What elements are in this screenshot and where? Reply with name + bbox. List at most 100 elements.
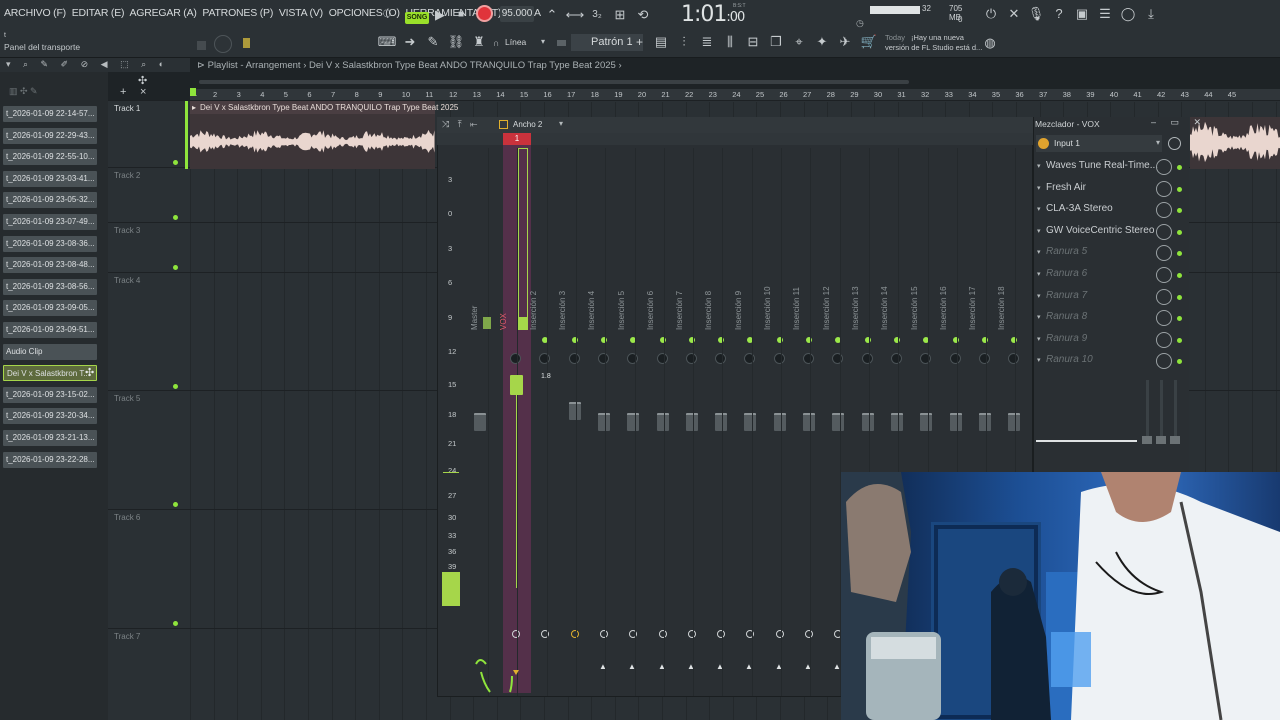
metronome-icon[interactable]: ⌃ <box>542 5 562 25</box>
snap-selector[interactable]: Línea <box>505 37 526 47</box>
insert-label[interactable]: Inserción 9 <box>734 291 743 330</box>
browser-item[interactable]: t_2026-01-09 23-08-56... <box>3 278 97 295</box>
browser-item[interactable]: t_2026-01-09 22-29-43... <box>3 127 97 144</box>
stamp-icon[interactable]: ♜ <box>469 32 489 52</box>
mixer-view-icon[interactable] <box>499 120 508 129</box>
pan-knob[interactable] <box>657 353 668 364</box>
browser-icon[interactable]: ⊟ <box>743 32 763 52</box>
song-mode-badge[interactable]: SONG <box>405 12 429 24</box>
hint-icon[interactable]: ✦ <box>812 32 832 52</box>
pan-knob[interactable] <box>891 353 902 364</box>
menu-agregar[interactable]: AGREGAR (A) <box>129 7 196 19</box>
insert-active-led[interactable] <box>660 337 666 343</box>
pan-knob[interactable] <box>539 353 550 364</box>
pattern-selector[interactable]: Patrón 1 <box>571 34 643 51</box>
channel-rack-icon[interactable]: ⫶ <box>674 32 694 52</box>
volume-fader[interactable] <box>598 413 610 431</box>
effect-slot[interactable]: Ranura 8 <box>1046 311 1158 322</box>
insert-active-led[interactable] <box>806 337 812 343</box>
effect-slot[interactable]: Ranura 5 <box>1046 246 1158 257</box>
route-ring[interactable] <box>571 630 579 638</box>
browser-item[interactable]: t_2026-01-09 23-08-36... <box>3 235 97 252</box>
slot-menu-icon[interactable]: ▾ <box>1037 248 1041 256</box>
pan-knob[interactable] <box>774 353 785 364</box>
slot-mix-knob[interactable] <box>1156 159 1172 175</box>
insert-active-led[interactable] <box>601 337 607 343</box>
browser-item[interactable]: t_2026-01-09 23-21-13... <box>3 430 97 446</box>
track-label[interactable]: Track 2 <box>114 171 140 180</box>
insert-active-led[interactable] <box>572 337 578 343</box>
selected-insert-number[interactable]: 1 <box>503 133 531 145</box>
slot-menu-icon[interactable]: ▾ <box>1037 356 1041 364</box>
vox-panel-window-icons[interactable]: – ▭ ✕ <box>1151 117 1207 128</box>
tools-icon[interactable]: ✕ <box>1004 4 1024 24</box>
tempo-display[interactable]: 95.000 <box>500 6 534 22</box>
magnet-icon[interactable]: ∩ <box>493 38 499 48</box>
loop-record-icon[interactable]: ⟲ <box>633 5 653 25</box>
mixer-header-icons[interactable]: ⤨ ⤒ ⇤ <box>442 119 480 130</box>
browser-item[interactable]: t_2026-01-09 22-14-57... <box>3 106 97 122</box>
browser-item[interactable]: t_2026-01-09 23-09-05... <box>3 300 97 317</box>
pattern-song-toggle-icon[interactable]: ◌ <box>377 4 397 24</box>
slot-mix-knob[interactable] <box>1156 223 1172 240</box>
pan-knob[interactable] <box>686 353 697 364</box>
chevron-down-icon[interactable]: ▾ <box>541 37 545 46</box>
vox-fader-handle[interactable] <box>510 375 523 395</box>
pan-knob[interactable] <box>832 353 843 364</box>
megaphone-icon[interactable]: ✈ <box>835 32 855 52</box>
insert-active-led[interactable] <box>718 337 724 343</box>
browser-nav-icons[interactable]: ▥ ✣ ✎ <box>9 86 93 96</box>
playhead-marker[interactable] <box>190 88 196 96</box>
mixer-icon[interactable]: ⫼ <box>720 32 740 52</box>
pan-knob[interactable] <box>862 353 873 364</box>
volume-fader[interactable] <box>657 413 669 431</box>
effect-slot[interactable]: Ranura 6 <box>1046 268 1158 279</box>
insert-label[interactable]: Inserción 3 <box>558 291 567 330</box>
microphone-icon[interactable]: 🎙 <box>1026 4 1046 24</box>
chat-icon[interactable]: ◯ <box>1118 4 1138 24</box>
effect-slot[interactable]: Ranura 7 <box>1046 290 1158 301</box>
volume-fader[interactable] <box>627 413 639 431</box>
browser-item[interactable]: t_2026-01-09 23-22-28... <box>3 451 97 468</box>
insert-label[interactable]: Inserción 12 <box>822 286 831 330</box>
slot-menu-icon[interactable]: ▾ <box>1037 270 1041 278</box>
close-track-icon[interactable]: × <box>140 86 146 98</box>
route-ring[interactable] <box>688 630 696 638</box>
slot-menu-icon[interactable]: ▾ <box>1037 184 1041 192</box>
effect-slot[interactable]: Ranura 10 <box>1046 354 1158 365</box>
effect-slot[interactable]: Fresh Air <box>1046 182 1158 193</box>
insert-label[interactable]: Inserción 7 <box>675 291 684 330</box>
track-enable-led[interactable] <box>173 502 178 507</box>
news-panel[interactable]: Today ¡Hay una nueva versión de FL Studio… <box>885 33 982 53</box>
save-icon[interactable]: ▣ <box>1072 4 1092 24</box>
volume-fader[interactable] <box>569 402 581 420</box>
track-enable-led[interactable] <box>173 384 178 389</box>
record-button[interactable] <box>476 5 493 22</box>
help-icon[interactable]: ? <box>1049 4 1069 24</box>
insert-label[interactable]: Master <box>470 306 479 330</box>
browser-item[interactable]: Dei V x Salastkbron T... <box>3 365 97 382</box>
track-label[interactable]: Track 5 <box>114 394 140 403</box>
insert-active-led[interactable] <box>689 337 695 343</box>
insert-label[interactable]: Inserción 16 <box>939 286 948 330</box>
effect-slot[interactable]: Ranura 9 <box>1046 333 1158 344</box>
vox-panel-slider-1[interactable] <box>1146 380 1149 442</box>
track-label[interactable]: Track 4 <box>114 276 140 285</box>
cpu-icon[interactable]: ⏻ <box>981 4 1001 24</box>
slot-mix-knob[interactable] <box>1156 288 1172 305</box>
vox-panel-slider-3[interactable] <box>1174 380 1177 442</box>
link-icon[interactable]: ⛓ <box>446 32 466 52</box>
effect-slot[interactable]: GW VoiceCentric Stereo <box>1046 225 1158 236</box>
pan-knob[interactable] <box>920 353 931 364</box>
insert-label[interactable]: Inserción 6 <box>646 291 655 330</box>
track-label[interactable]: Track 6 <box>114 513 140 522</box>
cart-icon[interactable]: 🛒 <box>859 32 879 52</box>
slot-enable-led[interactable] <box>1177 273 1182 278</box>
insert-label[interactable]: Inserción 8 <box>704 291 713 330</box>
volume-fader[interactable] <box>774 413 786 431</box>
pan-knob[interactable] <box>979 353 990 364</box>
slot-enable-led[interactable] <box>1177 294 1182 300</box>
pan-knob[interactable] <box>715 353 726 364</box>
insert-active-led[interactable] <box>894 337 900 343</box>
insert-label[interactable]: Inserción 15 <box>910 286 919 330</box>
